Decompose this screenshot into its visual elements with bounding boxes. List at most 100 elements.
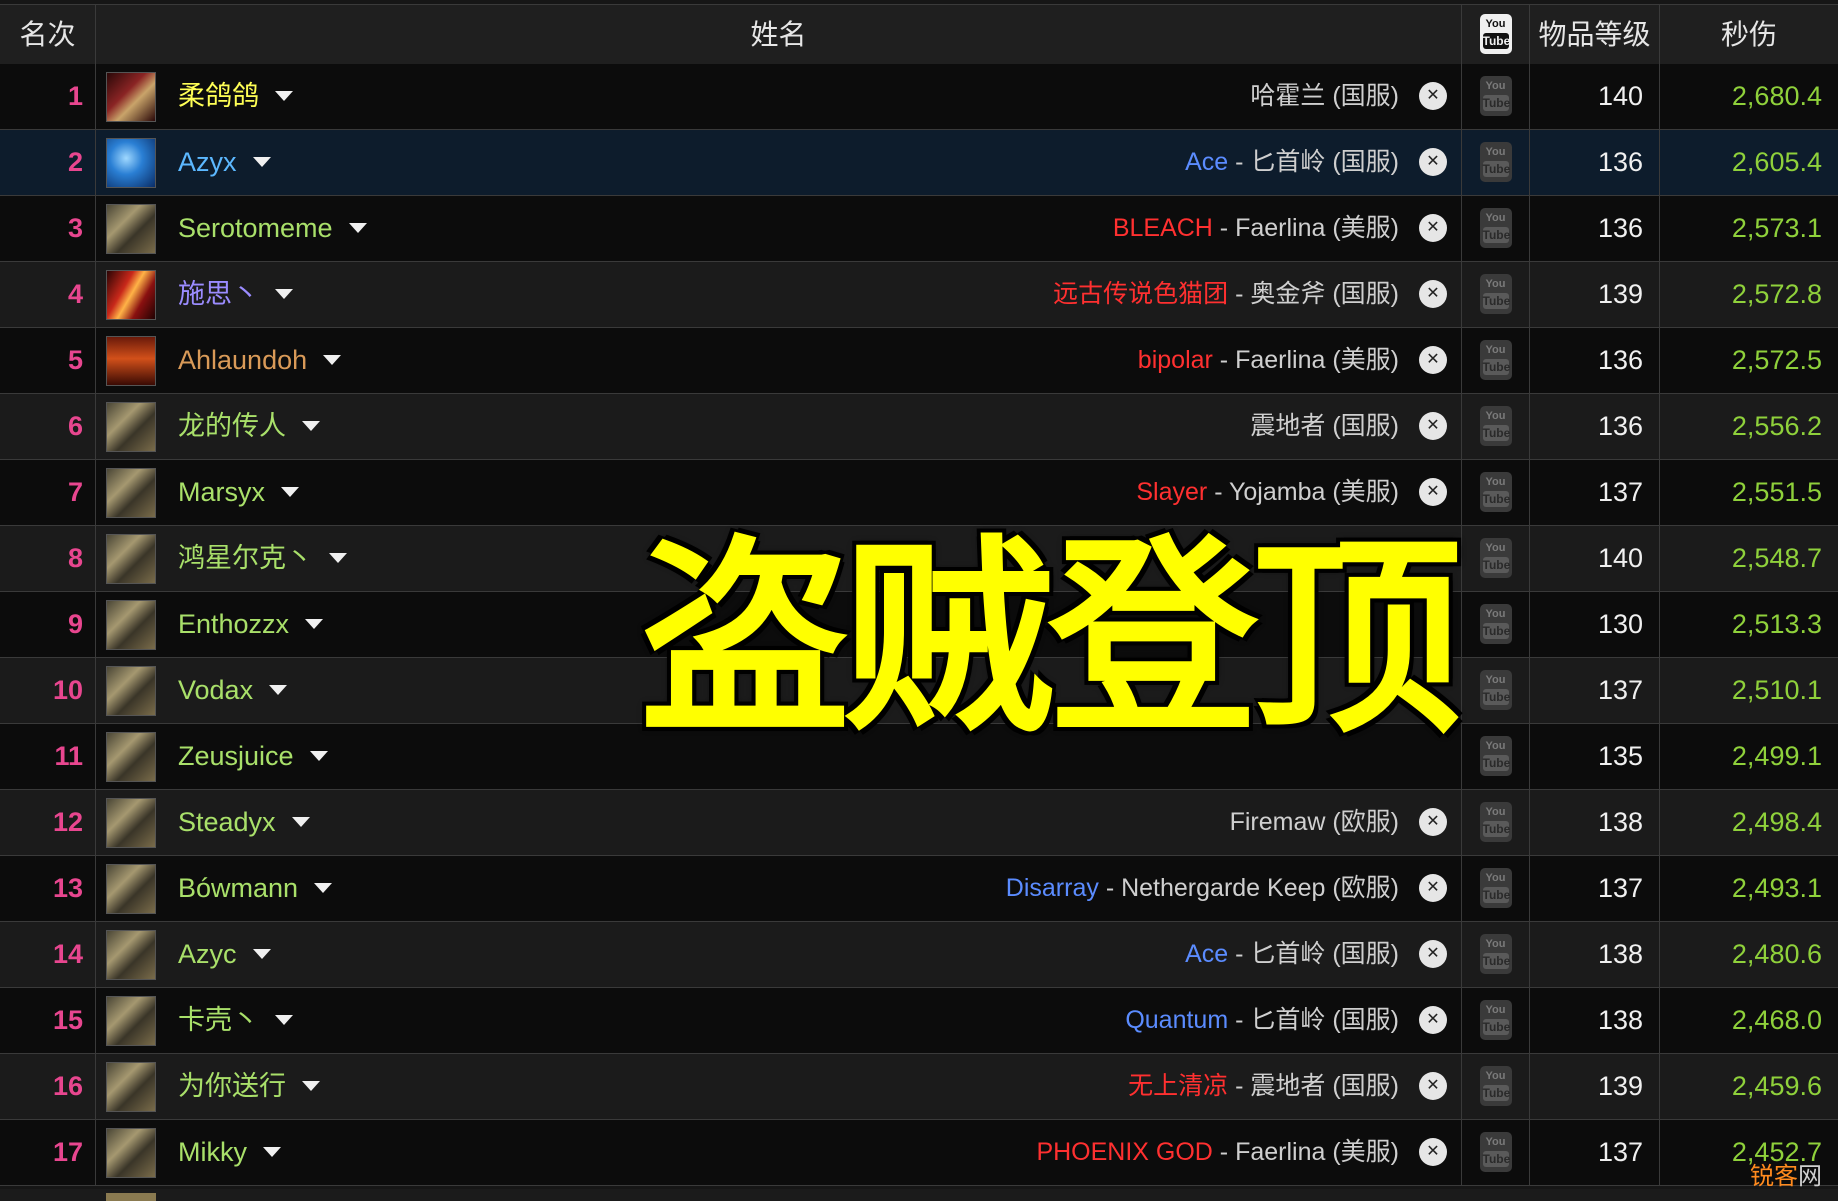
realm-name[interactable]: Faerlina (美服) [1235, 1138, 1399, 1166]
youtube-icon[interactable]: You Tube [1479, 1000, 1512, 1040]
warcraftlogs-icon[interactable]: ✕ [1419, 82, 1447, 110]
player-name[interactable]: 柔鸽鸽 [178, 64, 293, 129]
dropdown-caret-icon[interactable] [275, 288, 293, 299]
player-name[interactable]: 施思丶 [178, 262, 293, 327]
warcraftlogs-icon[interactable]: ✕ [1419, 1006, 1447, 1034]
guild-name[interactable]: BLEACH [1113, 214, 1213, 242]
realm-name[interactable]: Firemaw (欧服) [1230, 808, 1399, 836]
realm-name[interactable]: 哈霍兰 (国服) [1250, 82, 1399, 110]
guild-name[interactable]: Ace [1185, 148, 1228, 176]
youtube-icon[interactable]: You Tube [1479, 472, 1512, 512]
dropdown-caret-icon[interactable] [269, 684, 288, 695]
youtube-icon[interactable]: You Tube [1479, 76, 1512, 116]
dropdown-caret-icon[interactable] [309, 750, 328, 761]
dropdown-caret-icon[interactable] [348, 222, 367, 233]
guild-name[interactable]: Disarray [1006, 874, 1099, 902]
youtube-icon[interactable]: You Tube [1479, 274, 1512, 314]
table-row[interactable]: 1 柔鸽鸽 哈霍兰 (国服) ✕ You Tube 140 2,680.4 [0, 64, 1838, 130]
dropdown-caret-icon[interactable] [291, 816, 310, 827]
realm-name[interactable]: 匕首岭 (国服) [1250, 148, 1399, 176]
player-name[interactable]: Vodax [178, 658, 288, 723]
youtube-icon[interactable]: You Tube [1479, 670, 1512, 710]
dropdown-caret-icon[interactable] [263, 1146, 281, 1157]
table-row[interactable]: 17 Mikky PHOENIX GOD - Faerlina (美服) ✕ You Tu… [0, 1120, 1838, 1186]
table-row[interactable]: 15 卡壳丶 Quantum - 匕首岭 (国服) ✕ You Tube 138 2,468.… [0, 988, 1838, 1054]
table-row[interactable]: 12 Steadyx Firemaw (欧服) ✕ You Tube 138 2,498.4 [0, 790, 1838, 856]
dropdown-caret-icon[interactable] [281, 486, 299, 497]
realm-name[interactable]: Nethergarde Keep (欧服) [1121, 874, 1399, 902]
player-name[interactable]: 鸿星尔克丶 [178, 526, 347, 591]
player-name[interactable]: Serotomeme [178, 196, 367, 261]
realm-name[interactable]: 匕首岭 (国服) [1250, 1006, 1399, 1034]
dropdown-caret-icon[interactable] [252, 948, 271, 959]
table-row[interactable]: 13 Bówmann Disarray - Nethergarde Keep (欧服… [0, 856, 1838, 922]
player-name[interactable]: Enthozzx [178, 592, 324, 657]
player-name[interactable]: Ahlaundoh [178, 328, 342, 393]
warcraftlogs-icon[interactable]: ✕ [1419, 1072, 1447, 1100]
dropdown-caret-icon[interactable] [329, 552, 347, 563]
warcraftlogs-icon[interactable]: ✕ [1419, 148, 1447, 176]
guild-name[interactable]: 无上清凉 [1128, 1072, 1228, 1100]
realm-name[interactable]: Faerlina (美服) [1235, 214, 1399, 242]
player-name[interactable]: 龙的传人 [178, 394, 320, 459]
guild-name[interactable]: Ace [1185, 940, 1228, 968]
table-row[interactable]: 16 为你送行 无上清凉 - 震地者 (国服) ✕ You Tube 139 2,459.6 [0, 1054, 1838, 1120]
realm-name[interactable]: 匕首岭 (国服) [1250, 940, 1399, 968]
player-name[interactable]: Bówmann [178, 856, 333, 921]
player-name[interactable]: Azyc [178, 922, 271, 987]
header-youtube[interactable]: You Tube [1462, 5, 1530, 64]
guild-name[interactable]: Slayer [1136, 478, 1207, 506]
youtube-icon[interactable]: You Tube [1479, 340, 1512, 380]
player-name[interactable]: 卡壳丶 [178, 988, 293, 1053]
header-rank[interactable]: 名次 [0, 5, 96, 64]
dropdown-caret-icon[interactable] [302, 1080, 320, 1091]
guild-name[interactable]: PHOENIX GOD [1036, 1138, 1212, 1166]
header-name[interactable]: 姓名 [96, 5, 1462, 64]
warcraftlogs-icon[interactable]: ✕ [1419, 412, 1447, 440]
youtube-icon[interactable]: You Tube [1479, 208, 1512, 248]
youtube-icon[interactable]: You Tube [1479, 868, 1512, 908]
guild-name[interactable]: 远古传说色猫团 [1053, 280, 1228, 308]
youtube-icon[interactable]: You Tube [1479, 1132, 1512, 1172]
realm-name[interactable]: 震地者 (国服) [1250, 412, 1399, 440]
warcraftlogs-icon[interactable]: ✕ [1419, 874, 1447, 902]
dropdown-caret-icon[interactable] [275, 1014, 293, 1025]
header-dps[interactable]: 秒伤 [1660, 5, 1838, 64]
youtube-icon[interactable]: You Tube [1479, 934, 1512, 974]
header-ilvl[interactable]: 物品等级 [1530, 5, 1660, 64]
dropdown-caret-icon[interactable] [302, 420, 320, 431]
warcraftlogs-icon[interactable]: ✕ [1419, 214, 1447, 242]
table-row[interactable]: 3 Serotomeme BLEACH - Faerlina (美服) ✕ You Tub… [0, 196, 1838, 262]
warcraftlogs-icon[interactable]: ✕ [1419, 808, 1447, 836]
player-name[interactable]: Zeusjuice [178, 724, 328, 789]
youtube-icon[interactable]: You Tube [1479, 1066, 1512, 1106]
warcraftlogs-icon[interactable]: ✕ [1419, 1138, 1447, 1166]
youtube-icon[interactable]: You Tube [1479, 538, 1512, 578]
guild-name[interactable]: bipolar [1138, 346, 1213, 374]
player-name[interactable]: Mikky [178, 1120, 281, 1185]
player-name[interactable]: 为你送行 [178, 1054, 320, 1119]
player-name[interactable]: Azyx [178, 130, 271, 195]
realm-name[interactable]: Faerlina (美服) [1235, 346, 1399, 374]
warcraftlogs-icon[interactable]: ✕ [1419, 940, 1447, 968]
realm-name[interactable]: Yojamba (美服) [1229, 478, 1399, 506]
table-row[interactable]: 14 Azyc Ace - 匕首岭 (国服) ✕ You Tube 138 2,480.6 [0, 922, 1838, 988]
guild-name[interactable]: Quantum [1125, 1006, 1228, 1034]
table-row[interactable]: 4 施思丶 远古传说色猫团 - 奥金斧 (国服) ✕ You Tube 139 2,572.8 [0, 262, 1838, 328]
dropdown-caret-icon[interactable] [275, 90, 293, 101]
player-name[interactable]: Steadyx [178, 790, 310, 855]
realm-name[interactable]: 震地者 (国服) [1250, 1072, 1399, 1100]
table-row[interactable]: 6 龙的传人 震地者 (国服) ✕ You Tube 136 2,556.2 [0, 394, 1838, 460]
youtube-icon[interactable]: You Tube [1479, 604, 1512, 644]
dropdown-caret-icon[interactable] [323, 354, 342, 365]
youtube-icon[interactable]: You Tube [1479, 142, 1512, 182]
warcraftlogs-icon[interactable]: ✕ [1419, 346, 1447, 374]
table-row[interactable]: 5 Ahlaundoh bipolar - Faerlina (美服) ✕ You Tub… [0, 328, 1838, 394]
realm-name[interactable]: 奥金斧 (国服) [1250, 280, 1399, 308]
warcraftlogs-icon[interactable]: ✕ [1419, 280, 1447, 308]
youtube-icon[interactable]: You Tube [1479, 406, 1512, 446]
dropdown-caret-icon[interactable] [314, 882, 333, 893]
youtube-icon[interactable]: You Tube [1479, 736, 1512, 776]
player-name[interactable]: Marsyx [178, 460, 299, 525]
dropdown-caret-icon[interactable] [252, 156, 271, 167]
